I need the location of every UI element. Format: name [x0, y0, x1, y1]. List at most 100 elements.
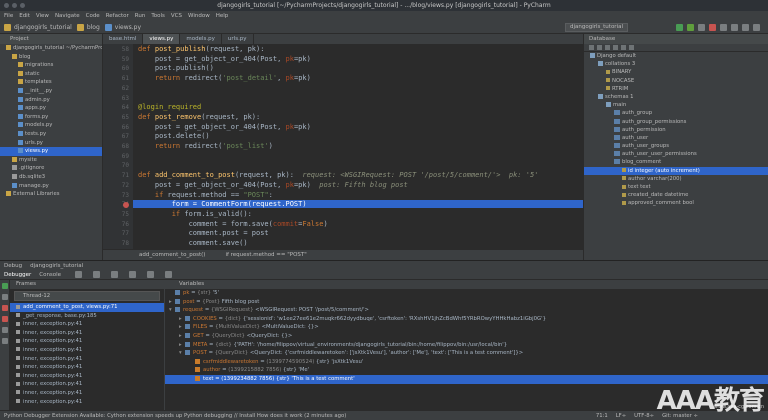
menu-item-navigate[interactable]: Navigate	[55, 13, 80, 19]
editor-tab[interactable]: urls.py	[222, 34, 254, 44]
stack-frame[interactable]: inner, exception.py:41	[10, 363, 164, 372]
step-into-my-code-icon[interactable]	[111, 271, 119, 278]
properties-icon[interactable]	[613, 45, 618, 50]
menu-item-run[interactable]: Run	[135, 13, 146, 19]
expand-toggle-icon[interactable]: ▸	[179, 315, 183, 324]
db-tree-item[interactable]: auth_user	[584, 134, 768, 142]
db-tree-item[interactable]: auth_group	[584, 109, 768, 117]
menu-item-tools[interactable]: Tools	[151, 13, 165, 19]
tree-item[interactable]: manage.py	[0, 182, 102, 191]
stack-frame[interactable]: inner, exception.py:41	[10, 346, 164, 355]
vcs-update-icon[interactable]	[720, 24, 727, 31]
stack-frame[interactable]: inner, exception.py:41	[10, 398, 164, 407]
tree-item[interactable]: mysite	[0, 156, 102, 165]
code-line[interactable]: def post_publish(request, pk):	[138, 45, 264, 53]
db-tree-item[interactable]: BINARY	[584, 68, 768, 76]
stack-frame[interactable]: inner, exception.py:41	[10, 380, 164, 389]
stop-debug-icon[interactable]	[2, 305, 8, 311]
debug-icon[interactable]	[687, 24, 694, 31]
db-tree-item[interactable]: author varchar(200)	[584, 175, 768, 183]
db-tree-item[interactable]: NOCASE	[584, 77, 768, 85]
stack-frame[interactable]: inner, exception.py:41	[10, 355, 164, 364]
variable-row[interactable]: ▸ COOKIES = {dict} {'sessionid': 'w1ee27e…	[165, 315, 768, 324]
project-panel-header[interactable]: Project	[0, 34, 102, 44]
run-to-cursor-icon[interactable]	[147, 271, 155, 278]
refresh-icon[interactable]	[597, 45, 602, 50]
crumb-blog[interactable]: blog	[87, 24, 100, 31]
resume-icon[interactable]	[2, 283, 8, 289]
variable-row[interactable]: ▸ post = {Post} Fifth blog post	[165, 298, 768, 307]
variable-row[interactable]: ▸ GET = {QueryDict} <QueryDict: {}>	[165, 332, 768, 341]
project-folder-icon[interactable]	[4, 23, 11, 31]
crumb-file[interactable]: views.py	[115, 24, 141, 31]
code-line[interactable]: post.publish()	[138, 64, 214, 72]
variable-row[interactable]: author = (1399215882 7856) {str} 'Me'	[165, 366, 768, 375]
variable-row[interactable]: csrfmiddlewaretoken = (1399774590524) {s…	[165, 358, 768, 367]
db-tree-item[interactable]: approved_comment bool	[584, 199, 768, 207]
menu-item-window[interactable]: Window	[188, 13, 210, 19]
file-encoding[interactable]: UTF-8÷	[634, 413, 654, 419]
tree-item[interactable]: tests.py	[0, 130, 102, 139]
code-line[interactable]: comment.save()	[138, 239, 248, 247]
current-execution-line[interactable]: form = CommentForm(request.POST)	[133, 200, 583, 209]
variable-row[interactable]: ▸ META = {dict} {'PATH': '/home/filippov/…	[165, 341, 768, 350]
stack-frame[interactable]: inner, exception.py:41	[10, 329, 164, 338]
vcs-commit-icon[interactable]	[731, 24, 738, 31]
db-tree-item[interactable]: auth_permission	[584, 126, 768, 134]
breakpoint-icon[interactable]	[123, 201, 129, 208]
tree-item[interactable]: blog	[0, 53, 102, 62]
expand-toggle-icon[interactable]: ▸	[179, 341, 183, 350]
step-over-icon[interactable]	[75, 271, 83, 278]
tree-item[interactable]: models.py	[0, 121, 102, 130]
tree-item[interactable]: migrations	[0, 61, 102, 70]
breadcrumb-condition[interactable]: if request.method == "POST"	[225, 252, 306, 258]
step-out-icon[interactable]	[129, 271, 137, 278]
db-tree-item[interactable]: Django default	[584, 52, 768, 60]
db-tree-item[interactable]: blog_comment	[584, 158, 768, 166]
variable-row[interactable]: ▾ request = {WSGIRequest} <WSGIRequest: P…	[165, 306, 768, 315]
view-breakpoints-icon[interactable]	[2, 316, 8, 322]
tree-item[interactable]: djangogirls_tutorial ~/PycharmProj	[0, 44, 102, 53]
menu-item-vcs[interactable]: VCS	[171, 13, 182, 19]
sync-icon[interactable]	[605, 45, 610, 50]
db-tree-item[interactable]: text text	[584, 183, 768, 191]
tree-item[interactable]: views.py	[0, 147, 102, 156]
variable-row[interactable]: ▸ FILES = {MultiValueDict} <MultiValueDic…	[165, 323, 768, 332]
editor-tab[interactable]: models.py	[180, 34, 222, 44]
db-tree-item[interactable]: auth_group_permissions	[584, 118, 768, 126]
db-tree-item[interactable]: collations 3	[584, 60, 768, 68]
stack-frame[interactable]: add_comment_to_post, views.py:71	[10, 303, 164, 312]
thread-select[interactable]: Thread-12	[14, 291, 160, 301]
stack-frame[interactable]: inner, exception.py:41	[10, 389, 164, 398]
crumb-project[interactable]: djangogirls_tutorial	[14, 24, 72, 31]
tree-item[interactable]: templates	[0, 78, 102, 87]
db-tree-item[interactable]: id integer (auto increment)	[584, 166, 768, 175]
db-tree-item[interactable]: RTRIM	[584, 85, 768, 93]
editor-tab[interactable]: base.html	[103, 34, 144, 44]
breadcrumb-function[interactable]: add_comment_to_post()	[139, 252, 205, 258]
code-line[interactable]: if form.is_valid():	[138, 210, 252, 218]
code-line[interactable]: post = get_object_or_404(Post, pk=pk)	[138, 55, 311, 63]
code-line[interactable]: post = get_object_or_404(Post, pk=pk)	[138, 123, 311, 131]
menu-item-edit[interactable]: Edit	[19, 13, 30, 19]
menu-item-view[interactable]: View	[36, 13, 49, 19]
settings-icon[interactable]	[742, 24, 749, 31]
search-icon[interactable]	[753, 24, 760, 31]
tab-debugger[interactable]: Debugger	[4, 272, 31, 278]
run-icon[interactable]	[676, 24, 683, 31]
db-tree-item[interactable]: main	[584, 101, 768, 109]
step-into-icon[interactable]	[93, 271, 101, 278]
menu-item-code[interactable]: Code	[86, 13, 100, 19]
tree-item[interactable]: .gitignore	[0, 164, 102, 173]
expand-toggle-icon[interactable]: ▸	[179, 323, 183, 332]
debug-settings-icon[interactable]	[2, 338, 8, 344]
debug-config-tab[interactable]: djangogirls_tutorial	[30, 263, 83, 269]
console-icon[interactable]	[621, 45, 626, 50]
code-line[interactable]: def add_comment_to_post(request, pk): re…	[138, 171, 538, 179]
code-line[interactable]: return redirect('post_list')	[138, 142, 273, 150]
db-tree-item[interactable]: auth_user_groups	[584, 142, 768, 150]
editor-tab[interactable]: views.py	[143, 34, 181, 44]
status-message[interactable]: Python Debugger Extension Available: Cyt…	[4, 413, 346, 419]
db-tree-item[interactable]: auth_user_user_permissions	[584, 150, 768, 158]
code-line[interactable]: return redirect('post_detail', pk=pk)	[138, 74, 311, 82]
